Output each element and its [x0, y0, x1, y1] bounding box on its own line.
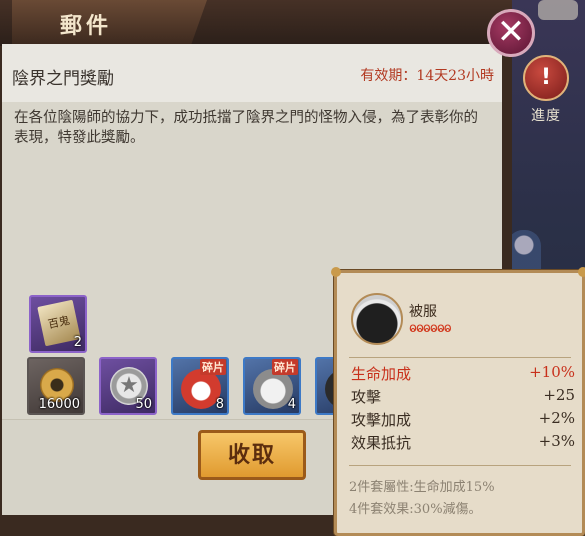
item-count: 16000 — [38, 397, 80, 412]
chat-icon[interactable] — [538, 0, 578, 20]
reward-item[interactable]: 百鬼 2 — [29, 295, 87, 353]
reward-item-top[interactable]: 百鬼 2 — [29, 295, 87, 353]
mail-title: 陰界之門獎勵 — [12, 69, 114, 89]
stat-value: +2% — [538, 409, 575, 427]
item-stars: ⱺⱺⱺⱺⱺⱺ — [409, 321, 452, 336]
collect-button[interactable]: 收取 — [198, 430, 306, 480]
mail-header: 陰界之門獎勵 有效期：14天23小時 — [2, 44, 502, 102]
set-bonus-2: 2件套屬性:生命加成15% — [349, 480, 495, 495]
advance-label: 進度 — [531, 108, 561, 124]
stat-value: +3% — [538, 432, 575, 450]
item-count: 2 — [73, 335, 82, 350]
stat-row: 攻擊 +25 — [351, 386, 575, 409]
corner-ornament — [578, 267, 585, 277]
item-tooltip: 被服 ⱺⱺⱺⱺⱺⱺ 生命加成 +10% 攻擊 +25 攻擊加成 +2% 效果抵抗… — [331, 267, 585, 536]
close-icon: ✕ — [496, 12, 526, 52]
set-bonus-4: 4件套效果:30%減傷。 — [349, 502, 482, 517]
reward-item[interactable]: 碎片 8 — [171, 357, 229, 415]
stat-row: 效果抵抗 +3% — [351, 432, 575, 455]
set-bonus: 2件套屬性:生命加成15% 4件套效果:30%減傷。 — [349, 477, 495, 521]
validity-value: 14天23小時 — [416, 68, 494, 84]
stat-list: 生命加成 +10% 攻擊 +25 攻擊加成 +2% 效果抵抗 +3% — [351, 363, 575, 455]
stat-label: 攻擊加成 — [351, 411, 412, 429]
item-count: 50 — [135, 397, 152, 412]
corner-ornament — [331, 267, 341, 277]
stat-label: 效果抵抗 — [351, 434, 412, 452]
stat-label: 攻擊 — [351, 388, 382, 406]
title-bar: 郵件 — [0, 0, 512, 46]
shard-badge: 碎片 — [272, 359, 298, 375]
stat-value: +10% — [529, 363, 575, 381]
stat-row: 攻擊加成 +2% — [351, 409, 575, 432]
reward-item[interactable]: 16000 — [27, 357, 85, 415]
page-title: 郵件 — [60, 13, 113, 39]
divider — [349, 357, 571, 358]
validity-label: 有效期： — [360, 68, 417, 84]
close-button[interactable]: ✕ — [487, 9, 535, 57]
item-avatar — [351, 293, 403, 345]
divider — [349, 465, 571, 466]
advance-button[interactable]: ! 進度 — [520, 55, 572, 125]
reward-item[interactable]: 碎片 4 — [243, 357, 301, 415]
mail-body: 在各位陰陽師的協力下，成功抵擋了陰界之門的怪物入侵，為了表彰你的表現，特發此獎勵… — [14, 110, 478, 146]
reward-item[interactable]: ★ 50 — [99, 357, 157, 415]
stat-label: 生命加成 — [351, 365, 412, 383]
reward-items-row: 16000 ★ 50 碎片 8 碎片 4 — [27, 357, 373, 415]
advance-icon: ! — [523, 55, 569, 101]
validity: 有效期：14天23小時 — [360, 65, 494, 85]
shard-badge: 碎片 — [200, 359, 226, 375]
stat-row: 生命加成 +10% — [351, 363, 575, 386]
item-name: 被服 — [409, 304, 437, 320]
stat-value: +25 — [543, 386, 575, 404]
item-count: 8 — [215, 397, 224, 412]
item-count: 4 — [287, 397, 296, 412]
